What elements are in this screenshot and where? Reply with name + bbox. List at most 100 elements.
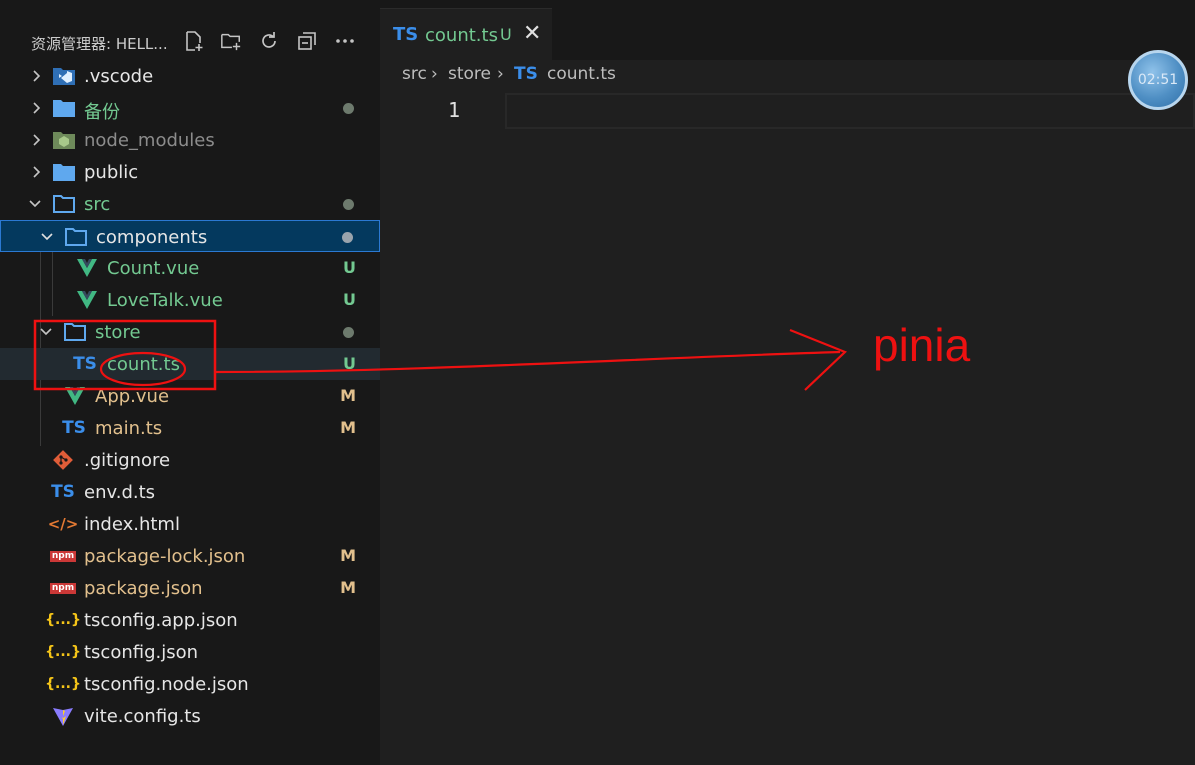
- modified-dot: [343, 327, 354, 338]
- explorer-sidebar: 资源管理器: HELL... .vscode 备份 node_modules p…: [0, 0, 380, 765]
- html-icon: </>: [47, 515, 79, 533]
- git-status-badge: M: [340, 418, 356, 437]
- tab-label: count.ts: [425, 25, 498, 46]
- refresh-icon[interactable]: [258, 30, 280, 52]
- folder-open-icon: [63, 321, 87, 343]
- breadcrumb-file[interactable]: count.ts: [547, 64, 616, 84]
- typescript-icon: TS: [62, 418, 86, 438]
- typescript-icon: TS: [393, 24, 419, 45]
- tree-item-label: src: [84, 194, 111, 215]
- chevron-down-icon: [29, 200, 41, 208]
- tree-item-package-json[interactable]: npm package.json M: [0, 572, 380, 604]
- tree-item-tsconfig-json[interactable]: {...} tsconfig.json: [0, 636, 380, 668]
- tree-item-tsconfig-node-json[interactable]: {...} tsconfig.node.json: [0, 668, 380, 700]
- tree-item-label: .gitignore: [84, 450, 171, 471]
- tree-item-label: index.html: [84, 514, 180, 535]
- more-icon[interactable]: [334, 30, 356, 52]
- folder-icon: [52, 161, 76, 183]
- folder-icon: [52, 97, 76, 119]
- tree-item-vite-config-ts[interactable]: vite.config.ts: [0, 700, 380, 732]
- json-icon: {...}: [45, 612, 81, 628]
- tree-item-index-html[interactable]: </> index.html: [0, 508, 380, 540]
- tree-item-label: store: [95, 322, 141, 343]
- json-icon: {...}: [45, 644, 81, 660]
- tree-item-label: env.d.ts: [84, 482, 156, 503]
- tree-item-label: public: [84, 162, 139, 183]
- chevron-down-icon: [40, 328, 52, 336]
- git-status-badge: M: [340, 386, 356, 405]
- tree-item-label: count.ts: [107, 354, 180, 375]
- git-status-badge: U: [343, 354, 356, 373]
- tree-item-label: Count.vue: [107, 258, 200, 279]
- tree-item-src[interactable]: src: [0, 188, 380, 220]
- tree-item-label: LoveTalk.vue: [107, 290, 223, 311]
- chevron-right-icon: ›: [431, 64, 438, 84]
- editor-current-line[interactable]: [505, 93, 1195, 129]
- tree-item-label: vite.config.ts: [84, 706, 201, 727]
- tree-item-store[interactable]: store: [0, 316, 380, 348]
- git-status-badge: U: [343, 258, 356, 277]
- typescript-icon: TS: [51, 482, 75, 502]
- tree-item-env-d-ts[interactable]: TS env.d.ts: [0, 476, 380, 508]
- tree-item-label: main.ts: [95, 418, 163, 439]
- git-icon: [51, 449, 75, 471]
- typescript-icon: TS: [514, 64, 538, 84]
- explorer-header: 资源管理器: HELL...: [0, 8, 380, 58]
- vue-icon: [75, 257, 99, 279]
- modified-dot: [342, 232, 353, 243]
- tree-item-label: node_modules: [84, 130, 215, 151]
- tree-item-public[interactable]: public: [0, 156, 380, 188]
- vue-icon: [75, 289, 99, 311]
- new-file-icon[interactable]: [183, 30, 205, 52]
- vue-icon: [63, 385, 87, 407]
- tree-item-label: tsconfig.app.json: [84, 610, 238, 631]
- recording-timer: 02:51: [1128, 50, 1188, 110]
- chevron-down-icon: [41, 233, 53, 241]
- tree-item-count-ts[interactable]: TS count.ts U: [0, 348, 380, 380]
- chevron-right-icon: [33, 70, 41, 82]
- breadcrumb-store[interactable]: store: [448, 64, 491, 84]
- tree-item-vscode[interactable]: .vscode: [0, 60, 380, 92]
- tree-item-app-vue[interactable]: App.vue M: [0, 380, 380, 412]
- close-icon[interactable]: ✕: [523, 21, 541, 46]
- tree-item-label: components: [96, 227, 208, 248]
- tree-item-count-vue[interactable]: Count.vue U: [0, 252, 380, 284]
- npm-badge: npm: [49, 582, 77, 594]
- tree-item-label: package-lock.json: [84, 546, 246, 567]
- vscode-folder-icon: [52, 65, 76, 87]
- git-status-badge: M: [340, 578, 356, 597]
- git-status-badge: U: [343, 290, 356, 309]
- tree-item-label: App.vue: [95, 386, 170, 407]
- json-icon: {...}: [45, 676, 81, 692]
- line-number: 1: [448, 98, 461, 122]
- annotation-label: pinia: [873, 319, 971, 371]
- modified-dot: [343, 103, 354, 114]
- tree-item-label: tsconfig.node.json: [84, 674, 249, 695]
- new-folder-icon[interactable]: [220, 30, 242, 52]
- tree-item-label: 备份: [84, 102, 120, 123]
- npm-badge: npm: [49, 550, 77, 562]
- tab-count-ts[interactable]: TS count.ts U ✕: [380, 8, 552, 61]
- node-folder-icon: [52, 129, 76, 151]
- chevron-right-icon: [33, 102, 41, 114]
- arrow-head: [789, 328, 848, 391]
- vite-icon: [51, 705, 75, 727]
- modified-dot: [343, 199, 354, 210]
- tree-item-node-modules[interactable]: node_modules: [0, 124, 380, 156]
- editor-tab-bar: TS count.ts U ✕: [380, 0, 1195, 61]
- typescript-icon: TS: [73, 354, 97, 374]
- tree-item-main-ts[interactable]: TS main.ts M: [0, 412, 380, 444]
- tree-item-components[interactable]: components: [0, 220, 380, 252]
- tree-item-gitignore[interactable]: .gitignore: [0, 444, 380, 476]
- chevron-right-icon: [33, 134, 41, 146]
- explorer-title: 资源管理器: HELL...: [31, 35, 168, 53]
- npm-icon: npm: [49, 577, 77, 599]
- tree-item-label: package.json: [84, 578, 203, 599]
- breadcrumb-src[interactable]: src: [402, 64, 427, 84]
- collapse-all-icon[interactable]: [296, 30, 318, 52]
- tree-item-tsconfig-app-json[interactable]: {...} tsconfig.app.json: [0, 604, 380, 636]
- tree-item-backup[interactable]: 备份: [0, 92, 380, 124]
- tree-item-lovetalk-vue[interactable]: LoveTalk.vue U: [0, 284, 380, 316]
- folder-open-icon: [52, 193, 76, 215]
- tree-item-package-lock-json[interactable]: npm package-lock.json M: [0, 540, 380, 572]
